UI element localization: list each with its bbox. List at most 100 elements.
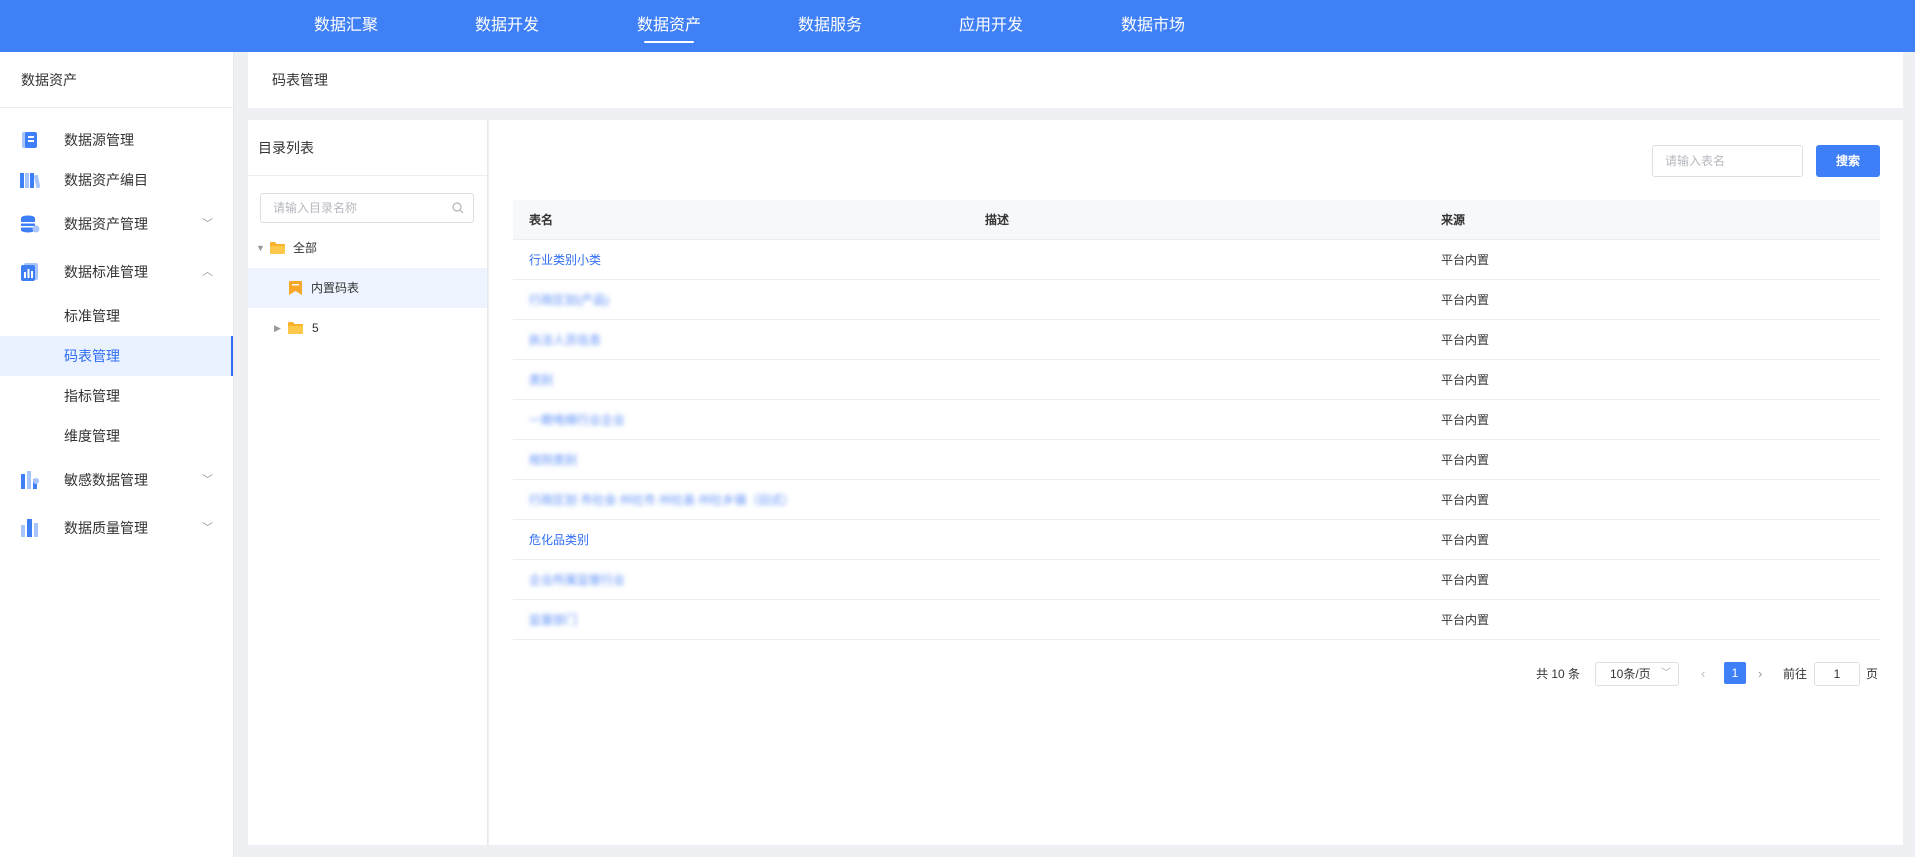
folder-icon	[270, 242, 285, 254]
table-source: 平台内置	[1441, 493, 1490, 507]
table-name-search-input[interactable]	[1653, 146, 1793, 176]
table-row: 类别 平台内置	[513, 360, 1880, 400]
page-size-value: 10条/页	[1610, 667, 1651, 681]
search-icon[interactable]	[452, 202, 464, 214]
table-source: 平台内置	[1441, 293, 1490, 307]
tree-node-label: 5	[312, 321, 319, 335]
table-row: 行政区划 市社会 州社市 州社县 州社乡镇（旧式） 平台内置	[513, 480, 1880, 520]
bookmark-icon	[289, 281, 302, 295]
table-header: 表名 描述 来源	[513, 200, 1880, 240]
standard-icon	[21, 263, 38, 281]
table-source: 平台内置	[1441, 533, 1490, 547]
table-name-link[interactable]: 执法人员信息	[529, 320, 601, 360]
caret-right-icon[interactable]: ▶	[274, 308, 281, 348]
table-source: 平台内置	[1441, 413, 1490, 427]
table-row: 企业所属监管行业 平台内置	[513, 560, 1880, 600]
table-source: 平台内置	[1441, 573, 1490, 587]
sidebar-item-catalog[interactable]: 数据资产编目	[0, 160, 233, 200]
nav-item-data-assets[interactable]: 数据资产	[619, 0, 719, 52]
sidebar-item-label: 数据资产管理	[64, 216, 148, 232]
tree-node-builtin-code-table[interactable]: 内置码表	[248, 268, 487, 308]
sidebar-subitem-standard[interactable]: 标准管理	[0, 296, 233, 336]
nav-item-data-market[interactable]: 数据市场	[1103, 0, 1203, 52]
table-name-link[interactable]: 企业所属监管行业	[529, 560, 625, 600]
table-source: 平台内置	[1441, 613, 1490, 627]
sidebar-item-standard-management[interactable]: 数据标准管理 ︿	[0, 252, 233, 292]
sidebar-item-asset-management[interactable]: 数据资产管理 ﹀	[0, 204, 233, 244]
breadcrumb-bar: 码表管理	[248, 52, 1903, 108]
quality-icon	[21, 519, 38, 537]
table-row: 一期电梯行业企业 平台内置	[513, 400, 1880, 440]
sidebar-item-label: 数据资产编目	[64, 172, 148, 188]
chevron-down-icon: ﹀	[202, 218, 213, 230]
chevron-down-icon: ﹀	[202, 522, 213, 534]
next-page-icon[interactable]: ›	[1758, 662, 1762, 686]
sidebar-item-label: 数据源管理	[64, 132, 134, 148]
column-header-name: 表名	[529, 213, 554, 227]
table-row: 规则类别 平台内置	[513, 440, 1880, 480]
tree-node-5[interactable]: ▶ 5	[248, 308, 487, 348]
table-name-link[interactable]: 规则类别	[529, 440, 577, 480]
table-name-link[interactable]: 行业类别小类	[529, 240, 601, 280]
table-source: 平台内置	[1441, 453, 1490, 467]
database-icon	[21, 215, 40, 233]
chevron-down-icon: ﹀	[202, 474, 213, 486]
column-header-source: 来源	[1441, 213, 1466, 227]
directory-panel: 目录列表 ▼ 全部 内置码表 ▶ 5	[248, 120, 488, 845]
nav-item-data-development[interactable]: 数据开发	[457, 0, 557, 52]
directory-search	[260, 193, 474, 223]
sidebar-item-label: 数据标准管理	[64, 264, 148, 280]
tree-node-label: 全部	[293, 241, 318, 255]
caret-down-icon[interactable]: ▼	[256, 228, 265, 268]
table-row: 行业类别小类 平台内置	[513, 240, 1880, 280]
code-table-panel: 搜索 表名 描述 来源 行业类别小类平台内置行政区划(产品)平台内置执法人员信息…	[489, 120, 1903, 845]
table-name-link[interactable]: 行政区划(产品)	[529, 280, 609, 320]
sidebar-subitem-dimension[interactable]: 维度管理	[0, 416, 233, 456]
sidebar-subitem-indicator[interactable]: 指标管理	[0, 376, 233, 416]
catalog-icon	[20, 173, 40, 189]
page-suffix: 页	[1866, 667, 1879, 681]
table-row: 行政区划(产品) 平台内置	[513, 280, 1880, 320]
directory-search-input[interactable]	[261, 194, 441, 222]
nav-item-data-aggregation[interactable]: 数据汇聚	[296, 0, 396, 52]
chevron-down-icon: ﹀	[1661, 668, 1671, 679]
tree-node-all[interactable]: ▼ 全部	[248, 228, 487, 268]
sidebar-item-datasource[interactable]: 数据源管理	[0, 120, 233, 160]
table-name-link[interactable]: 危化品类别	[529, 520, 589, 560]
sidebar: 数据资产 数据源管理 数据资产编目 数据资产管理 ﹀ 数据标准管理 ︿ 标准管理…	[0, 52, 234, 857]
table-row: 执法人员信息 平台内置	[513, 320, 1880, 360]
page-number-current[interactable]: 1	[1724, 662, 1746, 684]
table-name-link[interactable]: 一期电梯行业企业	[529, 400, 625, 440]
table-body: 行业类别小类 平台内置 行政区划(产品) 平台内置 执法人员信息 平台内置 类别 平台内置 一期…	[513, 240, 1880, 640]
goto-label: 前往	[1783, 667, 1808, 681]
goto-page-input[interactable]: 1	[1814, 662, 1860, 686]
code-table-list: 表名 描述 来源 行业类别小类 平台内置 行政区划(产品) 平台内置 执法人员信息 平台内…	[513, 200, 1880, 640]
search-button[interactable]: 搜索	[1816, 145, 1880, 177]
sidebar-item-quality[interactable]: 数据质量管理 ﹀	[0, 508, 233, 548]
sidebar-title: 数据资产	[0, 52, 233, 108]
table-name-link[interactable]: 行政区划 市社会 州社市 州社县 州社乡镇（旧式）	[529, 480, 794, 520]
sidebar-item-label: 敏感数据管理	[64, 472, 148, 488]
sidebar-subitem-code-table[interactable]: 码表管理	[0, 336, 233, 376]
table-name-link[interactable]: 监督部门	[529, 600, 577, 640]
sidebar-item-sensitive-data[interactable]: 敏感数据管理 ﹀	[0, 460, 233, 500]
table-row: 危化品类别 平台内置	[513, 520, 1880, 560]
datasource-icon	[22, 132, 37, 148]
table-search	[1652, 145, 1803, 177]
folder-icon	[288, 322, 303, 334]
page-size-select[interactable]: 10条/页 ﹀	[1595, 662, 1679, 686]
page-title: 码表管理	[272, 72, 328, 88]
top-navigation: 数据汇聚 数据开发 数据资产 数据服务 应用开发 数据市场	[0, 0, 1915, 52]
table-source: 平台内置	[1441, 373, 1490, 387]
table-source: 平台内置	[1441, 253, 1490, 267]
pagination-total: 共 10 条	[1536, 667, 1581, 681]
directory-title: 目录列表	[248, 120, 487, 176]
tree-node-label: 内置码表	[311, 281, 360, 295]
nav-item-data-services[interactable]: 数据服务	[780, 0, 880, 52]
table-row: 监督部门 平台内置	[513, 600, 1880, 640]
table-name-link[interactable]: 类别	[529, 360, 553, 400]
nav-item-app-development[interactable]: 应用开发	[941, 0, 1041, 52]
table-source: 平台内置	[1441, 333, 1490, 347]
prev-page-icon[interactable]: ‹	[1701, 662, 1705, 686]
column-header-description: 描述	[985, 213, 1010, 227]
